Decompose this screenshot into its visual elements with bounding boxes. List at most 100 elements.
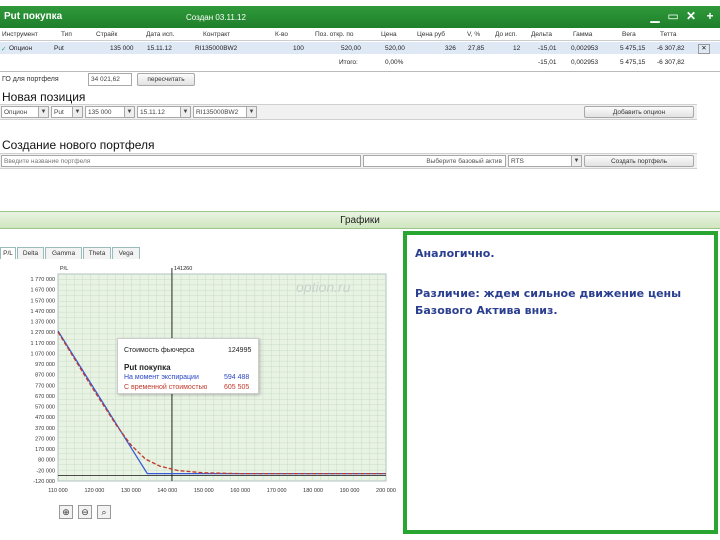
col-header[interactable]: Гамма: [573, 31, 592, 38]
col-header[interactable]: Цена: [381, 31, 397, 38]
col-header[interactable]: Дельта: [531, 31, 552, 38]
tab-vega[interactable]: Vega: [112, 247, 140, 259]
y-tick-label: -120 000: [33, 479, 55, 485]
zoom-out-icon[interactable]: ⊖: [78, 505, 92, 519]
window-title: Put покупка: [4, 11, 63, 22]
col-header[interactable]: Тетта: [660, 31, 677, 38]
cell-date: 15.11.12: [147, 45, 172, 52]
y-tick-label: 670 000: [35, 394, 55, 400]
note-line-2: Различие: ждем сильное движение цены Баз…: [415, 287, 682, 317]
cell-price: 520,00: [385, 45, 405, 52]
tooltip-expiry-label: На момент экспирации: [124, 374, 199, 381]
recalc-button[interactable]: пересчитать: [137, 73, 195, 86]
col-header[interactable]: Дата исп.: [146, 31, 174, 38]
x-tick-label: 190 000: [340, 488, 360, 494]
tab-pl[interactable]: P/L: [0, 247, 16, 259]
x-tick-label: 110 000: [48, 488, 67, 494]
y-tick-label: 470 000: [35, 415, 55, 421]
x-tick-label: 130 000: [121, 488, 141, 494]
charts-title: Графики: [340, 215, 380, 226]
y-tick-label: 1 670 000: [31, 288, 55, 294]
total-gamma: 0,002953: [571, 59, 599, 66]
total-label: Итого:: [339, 59, 358, 66]
add-option-button[interactable]: Добавить опцион: [584, 106, 694, 118]
y-tick-label: 1 170 000: [31, 341, 55, 347]
x-tick-label: 140 000: [157, 488, 177, 494]
base-asset-select[interactable]: RTS ▼: [508, 155, 582, 167]
cell-vol: 27,85: [468, 45, 485, 52]
total-vega: 5 475,15: [620, 59, 646, 66]
strike-select[interactable]: 135 000 ▼: [85, 106, 135, 118]
zoom-in-icon[interactable]: ⊕: [59, 505, 73, 519]
y-tick-label: 970 000: [35, 362, 55, 368]
chart-tooltip: Стоимость фьючерса 124995 Put покупка На…: [117, 338, 259, 394]
minimize-icon[interactable]: ▁: [648, 9, 662, 23]
col-header[interactable]: До исп.: [495, 31, 517, 38]
total-delta: -15,01: [538, 59, 557, 66]
col-header[interactable]: Поз. откр. по: [315, 31, 353, 38]
close-icon[interactable]: ✕: [684, 9, 698, 23]
cell-instrument: Опцион: [9, 45, 33, 52]
total-pct: 0,00%: [385, 59, 404, 66]
positions-table: Инструмент Тип Страйк Дата исп. Контракт…: [0, 28, 720, 72]
type-select[interactable]: Опцион ▼: [1, 106, 49, 118]
cell-vega: 5 475,15: [620, 45, 646, 52]
cell-price-rub: 326: [445, 45, 456, 52]
cell-contract: RI135000BW2: [195, 45, 238, 52]
portfolio-name-input[interactable]: Введите название портфеля: [1, 155, 361, 167]
new-portfolio-title: Создание нового портфеля: [2, 138, 155, 152]
col-header[interactable]: К-во: [275, 31, 288, 38]
y-tick-label: 1 770 000: [31, 277, 55, 283]
y-axis-label: P/L: [60, 266, 68, 272]
x-tick-label: 160 000: [230, 488, 250, 494]
remove-row-icon[interactable]: ✕: [698, 44, 710, 54]
y-tick-label: 570 000: [35, 405, 55, 411]
chevron-down-icon: ▼: [38, 107, 48, 117]
col-header[interactable]: V, %: [467, 31, 480, 38]
zoom-reset-icon[interactable]: ⌕: [97, 505, 111, 519]
cell-days: 12: [513, 45, 521, 52]
watermark: option.ru: [296, 279, 351, 295]
cell-open-price: 520,00: [341, 45, 361, 52]
tooltip-time-value: 605 505: [224, 384, 250, 391]
margin-value[interactable]: 34 021,62: [88, 73, 132, 86]
charts-header: Графики: [0, 211, 720, 229]
y-tick-label: 370 000: [35, 426, 55, 432]
y-tick-label: 270 000: [35, 436, 55, 442]
chevron-down-icon: ▼: [124, 107, 134, 117]
tooltip-futures-label: Стоимость фьючерса: [124, 347, 195, 354]
contract-select[interactable]: RI135000BW2 ▼: [193, 106, 257, 118]
chevron-down-icon: ▼: [72, 107, 82, 117]
new-position-title: Новая позиция: [2, 90, 86, 104]
tab-delta[interactable]: Delta: [17, 247, 44, 259]
tab-theta[interactable]: Theta: [83, 247, 111, 259]
cell-qty: 100: [293, 45, 304, 52]
cell-gamma: 0,002953: [571, 45, 599, 52]
col-header[interactable]: Инструмент: [2, 31, 38, 38]
tooltip-time-label: С временной стоимостью: [124, 384, 208, 391]
chevron-down-icon: ▼: [246, 107, 256, 117]
maximize-icon[interactable]: ▭: [666, 9, 680, 23]
col-header[interactable]: Контракт: [203, 31, 230, 38]
note-line-1: Аналогично.: [415, 247, 495, 260]
date-select[interactable]: 15.11.12 ▼: [137, 106, 191, 118]
tooltip-expiry-value: 594 488: [224, 374, 250, 381]
put-select[interactable]: Put ▼: [51, 106, 83, 118]
row-checkbox[interactable]: ✓: [1, 45, 6, 53]
col-header[interactable]: Тип: [61, 31, 72, 38]
y-tick-label: 870 000: [35, 373, 55, 379]
chevron-down-icon: ▼: [571, 156, 581, 166]
y-tick-label: 1 470 000: [31, 309, 55, 315]
current-price-label: 141260: [174, 266, 192, 272]
more-icon[interactable]: +: [703, 9, 717, 23]
col-header[interactable]: Страйк: [96, 31, 117, 38]
y-tick-label: 170 000: [35, 447, 55, 453]
tab-gamma[interactable]: Gamma: [45, 247, 82, 259]
tooltip-title: Put покупка: [124, 363, 171, 372]
create-portfolio-button[interactable]: Создать портфель: [584, 155, 694, 167]
cell-type: Put: [54, 45, 64, 52]
col-header[interactable]: Цена руб: [417, 31, 445, 38]
y-tick-label: 770 000: [35, 383, 55, 389]
total-theta: -6 307,82: [657, 59, 685, 66]
col-header[interactable]: Вега: [622, 31, 636, 38]
